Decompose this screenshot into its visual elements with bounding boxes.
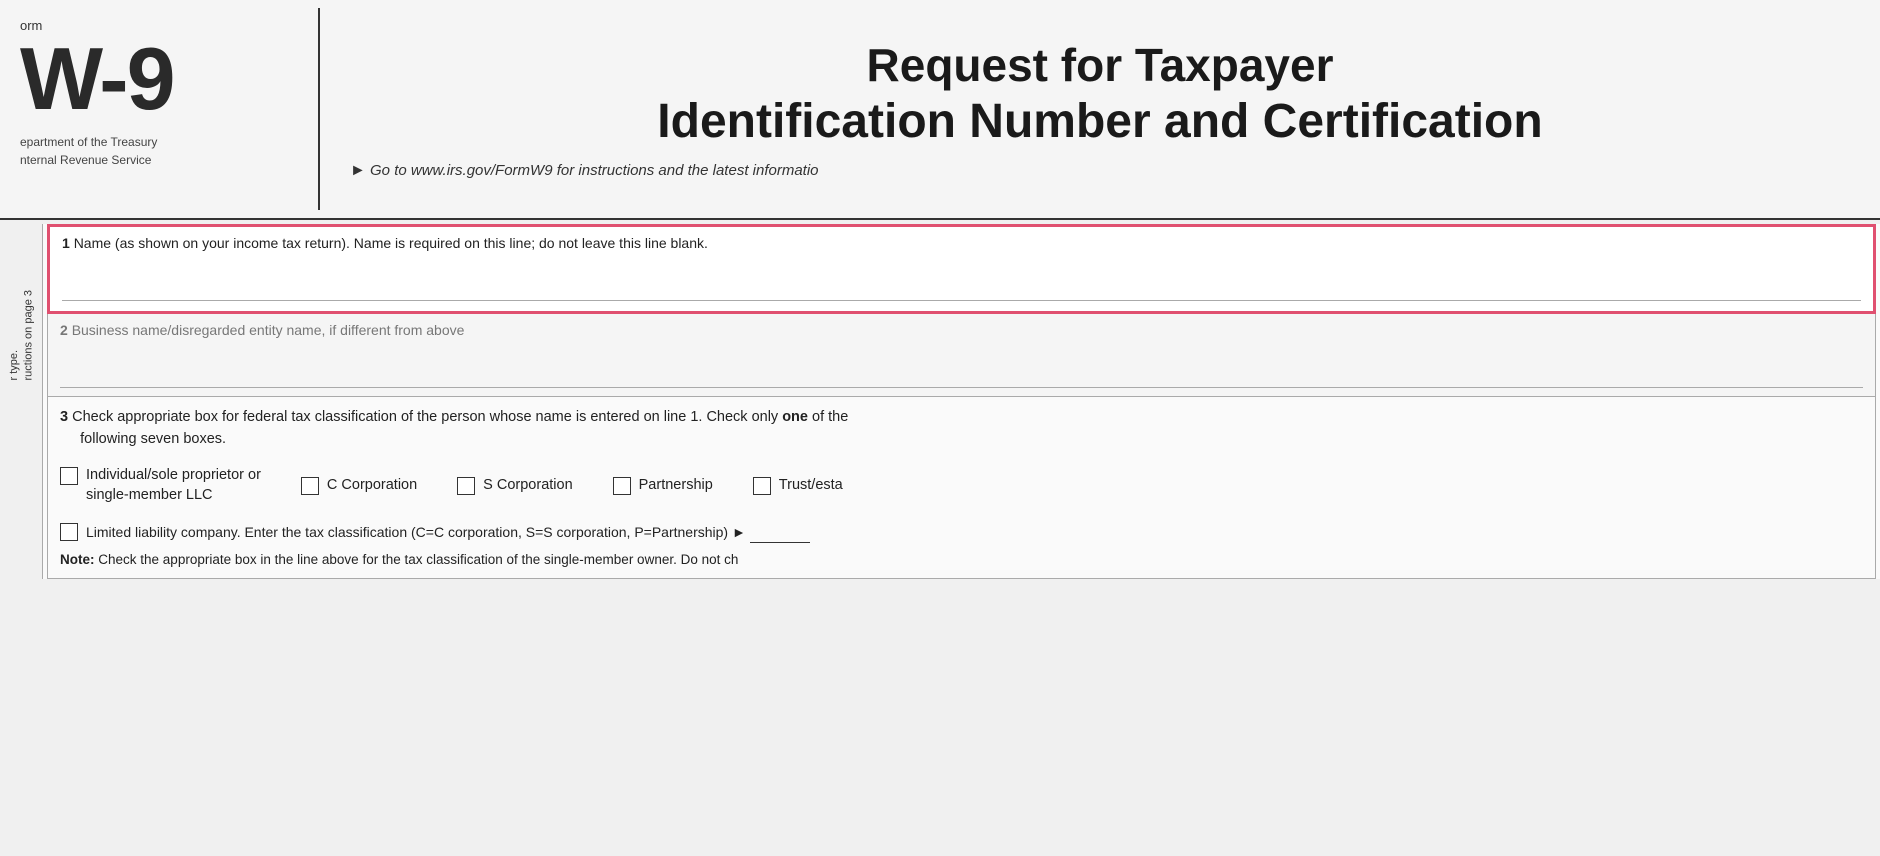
irs-url: ► Go to www.irs.gov/FormW9 for instructi… <box>350 162 1850 180</box>
field-1-name: 1 Name (as shown on your income tax retu… <box>47 224 1876 314</box>
checkboxes-row: Individual/sole proprietor orsingle-memb… <box>60 465 1863 506</box>
sidebar: r type. ructions on page 3 <box>0 270 42 850</box>
field-3-text-start: Check appropriate box for federal tax cl… <box>72 409 782 425</box>
sidebar-label: r type. ructions on page 3 <box>7 290 36 381</box>
field-2-number: 2 <box>60 322 68 338</box>
note-label: Note: <box>60 552 95 567</box>
checkbox-c-corp-box[interactable] <box>301 477 319 495</box>
form-number: W-9 <box>20 35 298 123</box>
header-right: Request for Taxpayer Identification Numb… <box>320 8 1880 210</box>
checkbox-partnership-label: Partnership <box>639 475 713 495</box>
field-3-tax-classification: 3 Check appropriate box for federal tax … <box>47 397 1876 579</box>
form-body: 1 Name (as shown on your income tax retu… <box>42 224 1880 579</box>
checkbox-individual-box[interactable] <box>60 467 78 485</box>
llc-row: Limited liability company. Enter the tax… <box>60 521 1863 543</box>
field-1-number: 1 <box>62 235 70 251</box>
checkbox-c-corp-label: C Corporation <box>327 475 417 495</box>
dept-line1: epartment of the Treasury <box>20 133 298 151</box>
form-title-line2: Identification Number and Certification <box>350 93 1850 151</box>
dept-info: epartment of the Treasury nternal Revenu… <box>20 133 298 169</box>
form-header: orm W-9 epartment of the Treasury nterna… <box>0 0 1880 220</box>
sidebar-line2: ructions on page 3 <box>22 290 34 381</box>
field-2-label: 2 Business name/disregarded entity name,… <box>60 322 1863 338</box>
llc-underline <box>750 521 810 543</box>
checkbox-trust: Trust/esta <box>753 475 843 495</box>
field-3-text-bold: one <box>782 409 808 425</box>
dept-line2: nternal Revenue Service <box>20 151 298 169</box>
field-3-text-following: following seven boxes. <box>60 431 226 447</box>
arrow-icon: ► <box>350 162 366 179</box>
field-3-text-end: of the <box>808 409 848 425</box>
field-2-text: Business name/disregarded entity name, i… <box>72 322 465 338</box>
url-text: Go to www.irs.gov/FormW9 for instruction… <box>370 162 819 179</box>
checkbox-partnership-box[interactable] <box>613 477 631 495</box>
sidebar-line1: r type. <box>8 350 20 381</box>
field-2-input[interactable] <box>60 348 1863 388</box>
field-1-input[interactable] <box>62 261 1861 301</box>
field-3-number: 3 <box>60 409 68 425</box>
checkbox-s-corp-box[interactable] <box>457 477 475 495</box>
note-row: Note: Check the appropriate box in the l… <box>60 551 1863 570</box>
field-2-business: 2 Business name/disregarded entity name,… <box>47 314 1876 397</box>
checkbox-partnership: Partnership <box>613 475 713 495</box>
form-container: orm W-9 epartment of the Treasury nterna… <box>0 0 1880 856</box>
checkbox-s-corp-label: S Corporation <box>483 475 572 495</box>
checkbox-individual-label: Individual/sole proprietor orsingle-memb… <box>86 465 261 506</box>
checkbox-trust-label: Trust/esta <box>779 475 843 495</box>
field-3-header: 3 Check appropriate box for federal tax … <box>60 407 1863 451</box>
checkbox-llc-box[interactable] <box>60 523 78 541</box>
field-1-text: Name (as shown on your income tax return… <box>74 235 708 251</box>
note-text: Check the appropriate box in the line ab… <box>98 552 738 567</box>
field-1-label: 1 Name (as shown on your income tax retu… <box>62 235 1861 251</box>
checkbox-s-corp: S Corporation <box>457 475 572 495</box>
checkbox-individual: Individual/sole proprietor orsingle-memb… <box>60 465 261 506</box>
checkbox-c-corp: C Corporation <box>301 475 417 495</box>
llc-label: Limited liability company. Enter the tax… <box>86 521 810 543</box>
checkbox-trust-box[interactable] <box>753 477 771 495</box>
form-title-line1: Request for Taxpayer <box>350 38 1850 93</box>
header-left: orm W-9 epartment of the Treasury nterna… <box>0 8 320 210</box>
